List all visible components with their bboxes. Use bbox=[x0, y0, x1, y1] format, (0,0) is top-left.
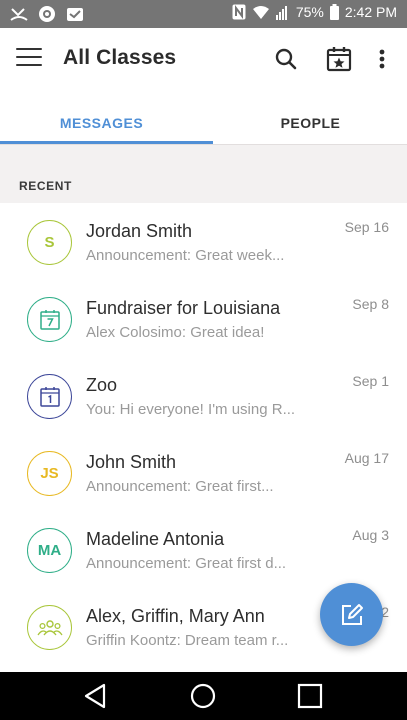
avatar: S bbox=[27, 220, 72, 265]
conversation-preview: Alex Colosimo: Great idea! bbox=[86, 324, 265, 341]
conversation-preview: Announcement: Great week... bbox=[86, 247, 285, 264]
search-icon[interactable] bbox=[272, 45, 300, 73]
conversation-title: Alex, Griffin, Mary Ann bbox=[86, 606, 265, 626]
camera-icon bbox=[39, 6, 55, 22]
conversation-title: Madeline Antonia bbox=[86, 529, 225, 549]
calendar-1-icon bbox=[39, 386, 60, 407]
recents-icon[interactable] bbox=[296, 682, 324, 710]
list-item[interactable]: MA Madeline Antonia Announcement: Great … bbox=[0, 511, 407, 588]
back-icon[interactable] bbox=[82, 682, 110, 710]
tab-people[interactable]: PEOPLE bbox=[209, 90, 407, 144]
conversation-date: Aug 3 bbox=[352, 527, 389, 543]
system-status: 75% 2:42 PM bbox=[232, 4, 397, 20]
battery-percent: 75% bbox=[295, 4, 324, 20]
compose-button[interactable] bbox=[320, 583, 383, 646]
app-bar: All Classes bbox=[0, 28, 407, 90]
avatar bbox=[27, 605, 72, 650]
conversation-date: Sep 16 bbox=[344, 219, 389, 235]
notification-icons bbox=[10, 5, 84, 23]
conversation-title: Fundraiser for Louisiana bbox=[86, 298, 281, 318]
list-item[interactable]: JS John Smith Announcement: Great first.… bbox=[0, 434, 407, 511]
home-icon[interactable] bbox=[189, 682, 217, 710]
avatar bbox=[27, 374, 72, 419]
conversation-date: Sep 1 bbox=[352, 373, 389, 389]
section-header: RECENT bbox=[0, 145, 407, 203]
conversation-preview: Announcement: Great first... bbox=[86, 478, 274, 495]
menu-icon[interactable] bbox=[16, 48, 42, 70]
conversation-preview: Announcement: Great first d... bbox=[86, 555, 287, 572]
signal-icon bbox=[275, 5, 287, 20]
compose-icon bbox=[341, 603, 363, 625]
list-item[interactable]: Zoo You: Hi everyone! I'm using R... Sep… bbox=[0, 357, 407, 434]
status-bar: 75% 2:42 PM bbox=[0, 0, 407, 28]
more-vert-icon[interactable] bbox=[372, 45, 392, 73]
missed-call-icon bbox=[10, 8, 28, 21]
calendar-7-icon bbox=[39, 309, 60, 330]
group-icon bbox=[36, 619, 63, 635]
avatar: JS bbox=[27, 451, 72, 496]
conversation-date: Sep 8 bbox=[352, 296, 389, 312]
page-title: All Classes bbox=[63, 46, 177, 69]
avatar-initials: S bbox=[44, 234, 55, 251]
conversation-title: John Smith bbox=[86, 452, 177, 472]
calendar-star-icon[interactable] bbox=[325, 45, 353, 73]
clock: 2:42 PM bbox=[344, 4, 397, 20]
avatar-initials: MA bbox=[37, 542, 62, 559]
avatar bbox=[27, 297, 72, 342]
conversation-preview: You: Hi everyone! I'm using R... bbox=[86, 401, 296, 418]
inbox-icon bbox=[67, 8, 83, 21]
conversation-preview: Griffin Koontz: Dream team r... bbox=[86, 632, 289, 649]
conversation-title: Zoo bbox=[86, 375, 118, 395]
nfc-icon bbox=[232, 4, 246, 20]
list-item[interactable]: S Jordan Smith Announcement: Great week.… bbox=[0, 203, 407, 280]
conversation-date: Aug 17 bbox=[344, 450, 389, 466]
tab-messages[interactable]: MESSAGES bbox=[0, 90, 203, 144]
avatar-initials: JS bbox=[40, 465, 59, 482]
wifi-icon bbox=[252, 5, 269, 19]
list-item[interactable]: Fundraiser for Louisiana Alex Colosimo: … bbox=[0, 280, 407, 357]
tab-bar: MESSAGES PEOPLE bbox=[0, 90, 407, 144]
navigation-bar bbox=[0, 672, 407, 720]
avatar: MA bbox=[27, 528, 72, 573]
section-label: RECENT bbox=[19, 179, 72, 193]
battery-icon bbox=[329, 4, 339, 20]
conversation-title: Jordan Smith bbox=[86, 221, 193, 241]
